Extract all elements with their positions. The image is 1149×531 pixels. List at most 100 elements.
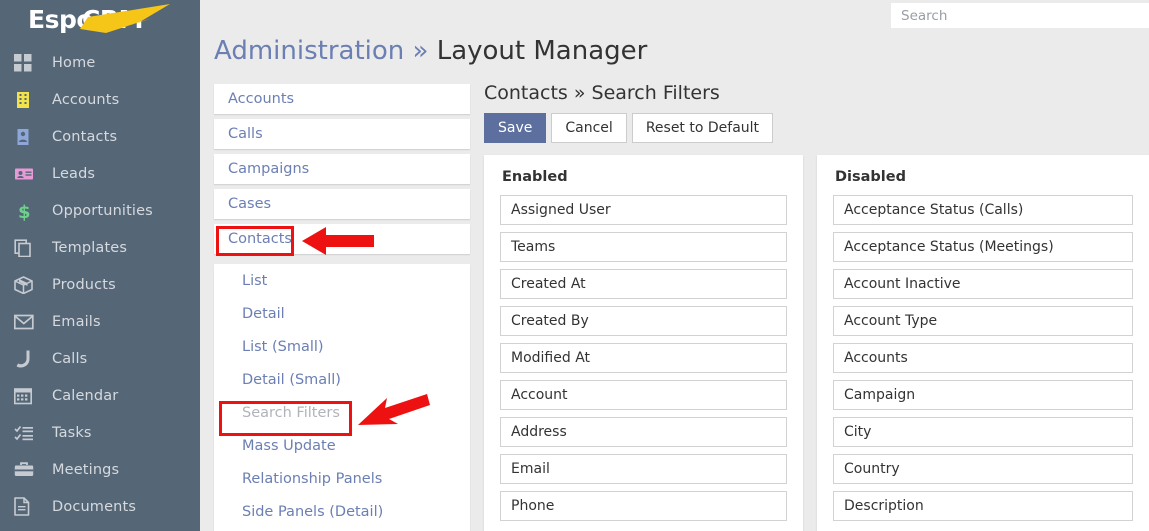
disabled-field-item[interactable]: Accounts <box>833 343 1133 373</box>
entity-item-label: Contacts <box>228 231 292 247</box>
layout-item-label: Mass Update <box>242 437 336 454</box>
sidebar-item-emails[interactable]: Emails <box>0 303 200 340</box>
field-label: Campaign <box>844 387 916 403</box>
enabled-field-item[interactable]: Created By <box>500 306 787 336</box>
reset-to-default-button[interactable]: Reset to Default <box>631 113 774 143</box>
content-heading: Contacts » Search Filters <box>484 82 720 104</box>
espocrm-logo[interactable]: Espo CRM <box>0 0 200 36</box>
field-label: Teams <box>511 239 556 255</box>
field-label: Assigned User <box>511 202 611 218</box>
disabled-field-item[interactable]: Acceptance Status (Calls) <box>833 195 1133 225</box>
entity-item-contacts[interactable]: Contacts <box>214 224 470 254</box>
enabled-field-item[interactable]: Account <box>500 380 787 410</box>
sidebar-item-label: Contacts <box>52 128 118 145</box>
layout-item-label: Detail <box>242 305 285 322</box>
sidebar-item-label: Meetings <box>52 461 120 478</box>
disabled-field-item[interactable]: Description <box>833 491 1133 521</box>
field-label: Email <box>511 461 550 477</box>
sidebar-item-label: Products <box>52 276 116 293</box>
layout-item-label: Detail (Small) <box>242 371 341 388</box>
field-label: Account <box>511 387 568 403</box>
enabled-field-item[interactable]: Modified At <box>500 343 787 373</box>
layout-item-label: List <box>242 272 268 289</box>
field-label: City <box>844 424 872 440</box>
sidebar-item-contacts[interactable]: Contacts <box>0 118 200 155</box>
sidebar-item-label: Home <box>52 54 96 71</box>
sidebar-item-leads[interactable]: Leads <box>0 155 200 192</box>
breadcrumb: Administration » Layout Manager <box>214 36 647 66</box>
enabled-field-item[interactable]: Teams <box>500 232 787 262</box>
briefcase-icon <box>14 460 42 480</box>
layout-item-detail-small[interactable]: Detail (Small) <box>214 363 470 396</box>
contact-card-icon <box>14 127 42 147</box>
field-label: Accounts <box>844 350 908 366</box>
espocrm-layout-manager-screen: Espo CRM Home Accounts <box>0 0 1149 531</box>
grid-icon <box>14 53 42 73</box>
page-title: Layout Manager <box>436 36 648 66</box>
tasks-icon <box>14 423 42 443</box>
field-label: Account Inactive <box>844 276 961 292</box>
sidebar-item-home[interactable]: Home <box>0 44 200 81</box>
sidebar-item-label: Accounts <box>52 91 120 108</box>
sidebar-item-calendar[interactable]: Calendar <box>0 377 200 414</box>
enabled-field-item[interactable]: Created At <box>500 269 787 299</box>
disabled-field-item[interactable]: Account Inactive <box>833 269 1133 299</box>
sidebar-item-templates[interactable]: Templates <box>0 229 200 266</box>
layout-item-side-panels-detail[interactable]: Side Panels (Detail) <box>214 495 470 528</box>
layout-item-label: Side Panels (Detail) <box>242 503 384 520</box>
sidebar-item-documents[interactable]: Documents <box>0 488 200 525</box>
sidebar-item-meetings[interactable]: Meetings <box>0 451 200 488</box>
field-label: Acceptance Status (Meetings) <box>844 239 1054 255</box>
sidebar-item-label: Opportunities <box>52 202 153 219</box>
entity-item-campaigns[interactable]: Campaigns <box>214 154 470 184</box>
sidebar-item-label: Templates <box>52 239 128 256</box>
id-badge-icon <box>14 164 42 184</box>
enabled-field-item[interactable]: Email <box>500 454 787 484</box>
disabled-field-item[interactable]: Country <box>833 454 1133 484</box>
field-label: Address <box>511 424 567 440</box>
sidebar-item-label: Calls <box>52 350 88 367</box>
svg-text:$: $ <box>18 202 31 221</box>
enabled-field-item[interactable]: Address <box>500 417 787 447</box>
disabled-field-item[interactable]: Account Type <box>833 306 1133 336</box>
enabled-field-item[interactable]: Phone <box>500 491 787 521</box>
action-button-row: Save Cancel Reset to Default <box>484 113 774 143</box>
calendar-icon <box>14 386 42 406</box>
disabled-field-item[interactable]: City <box>833 417 1133 447</box>
layout-item-search-filters[interactable]: Search Filters <box>214 396 470 429</box>
sidebar-item-products[interactable]: Products <box>0 266 200 303</box>
entity-item-label: Calls <box>228 126 263 142</box>
sidebar: Espo CRM Home Accounts <box>0 0 200 531</box>
envelope-icon <box>14 312 42 332</box>
disabled-field-item[interactable]: Campaign <box>833 380 1133 410</box>
box-icon <box>14 275 42 295</box>
disabled-field-item[interactable]: Acceptance Status (Meetings) <box>833 232 1133 262</box>
copy-icon <box>14 238 42 258</box>
field-label: Created By <box>511 313 589 329</box>
sidebar-item-label: Documents <box>52 498 137 515</box>
enabled-field-item[interactable]: Assigned User <box>500 195 787 225</box>
field-label: Country <box>844 461 900 477</box>
enabled-fields-panel: Enabled Assigned User Teams Created At C… <box>484 155 803 531</box>
sidebar-item-accounts[interactable]: Accounts <box>0 81 200 118</box>
entity-item-calls[interactable]: Calls <box>214 119 470 149</box>
layout-item-label: List (Small) <box>242 338 324 355</box>
sidebar-item-tasks[interactable]: Tasks <box>0 414 200 451</box>
cancel-button[interactable]: Cancel <box>551 113 627 143</box>
layout-type-list: List Detail List (Small) Detail (Small) … <box>214 264 470 531</box>
entity-item-accounts[interactable]: Accounts <box>214 84 470 114</box>
sidebar-item-opportunities[interactable]: $ Opportunities <box>0 192 200 229</box>
search-input[interactable] <box>891 3 1149 28</box>
layout-item-list[interactable]: List <box>214 264 470 297</box>
layout-item-label: Relationship Panels <box>242 470 383 487</box>
layout-item-mass-update[interactable]: Mass Update <box>214 429 470 462</box>
save-button[interactable]: Save <box>484 113 547 143</box>
layout-item-detail[interactable]: Detail <box>214 297 470 330</box>
breadcrumb-administration-link[interactable]: Administration <box>214 36 404 66</box>
field-label: Account Type <box>844 313 938 329</box>
sidebar-item-calls[interactable]: Calls <box>0 340 200 377</box>
layout-item-relationship-panels[interactable]: Relationship Panels <box>214 462 470 495</box>
sidebar-item-label: Tasks <box>52 424 92 441</box>
layout-item-list-small[interactable]: List (Small) <box>214 330 470 363</box>
entity-item-cases[interactable]: Cases <box>214 189 470 219</box>
